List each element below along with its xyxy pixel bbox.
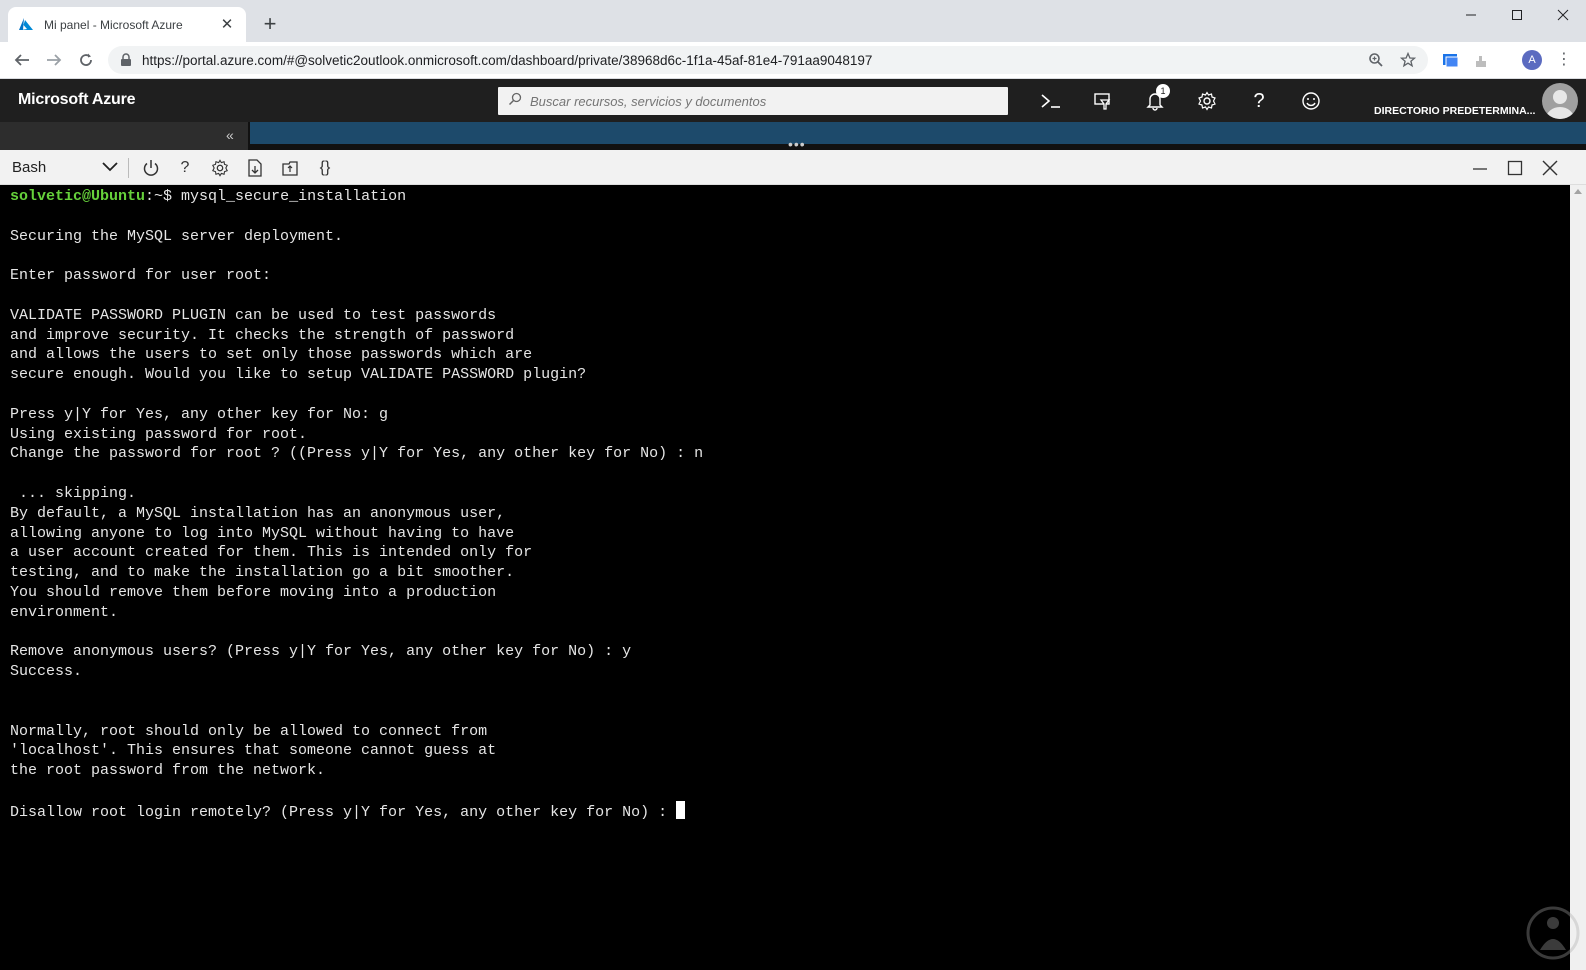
azure-search-input[interactable] (530, 93, 1000, 109)
search-icon (508, 92, 522, 111)
profile-avatar[interactable]: A (1522, 50, 1542, 70)
terminal-line: VALIDATE PASSWORD PLUGIN can be used to … (10, 306, 497, 324)
current-prompt-text: Disallow root login remotely? (Press y|Y… (10, 803, 677, 821)
terminal-line: a user account created for them. This is… (10, 544, 533, 562)
browser-tab-strip: Mi panel - Microsoft Azure ✕ + (0, 0, 1586, 42)
terminal-line: ... skipping. (10, 484, 137, 502)
lock-icon (120, 53, 134, 67)
azure-search-box[interactable] (498, 87, 1008, 115)
notification-count-badge: 1 (1156, 84, 1170, 98)
azure-brand[interactable]: Microsoft Azure (18, 91, 136, 109)
terminal-line: testing, and to make the installation go… (10, 564, 515, 582)
browser-tab[interactable]: Mi panel - Microsoft Azure ✕ (8, 7, 246, 42)
cloud-shell-toolbar: Bash ? {} (0, 150, 1586, 185)
chevron-down-icon (102, 162, 118, 172)
scroll-up-arrow-icon[interactable] (1574, 189, 1582, 194)
prompt-separator: :~$ (145, 188, 182, 205)
bookmark-star-icon[interactable] (1396, 52, 1420, 68)
terminal-line: Change the password for root ? ((Press y… (10, 445, 704, 463)
address-bar[interactable]: https://portal.azure.com/#@solvetic2outl… (108, 46, 1428, 74)
toolbar-divider (128, 158, 129, 178)
terminal-line: By default, a MySQL installation has an … (10, 504, 506, 522)
terminal-line: Press y|Y for Yes, any other key for No:… (10, 405, 389, 423)
terminal-line: and allows the users to set only those p… (10, 346, 533, 364)
collapse-sidebar-icon[interactable]: « (226, 127, 234, 143)
shell-type-select[interactable]: Bash (6, 154, 122, 180)
terminal-current-line[interactable]: Disallow root login remotely? (Press y|Y… (10, 800, 1560, 821)
shell-maximize-icon[interactable] (1503, 156, 1527, 180)
terminal-line: Success. (10, 663, 83, 681)
browser-menu-icon[interactable]: ⋮ (1556, 49, 1572, 71)
dashboard-banner (250, 122, 1586, 144)
cloud-shell-icon[interactable] (1038, 88, 1064, 114)
directory-label[interactable]: DIRECTORIO PREDETERMINA... (1374, 105, 1535, 117)
zoom-icon[interactable] (1364, 52, 1388, 68)
feedback-smiley-icon[interactable] (1298, 88, 1324, 114)
prompt-user: solvetic@Ubuntu (10, 188, 146, 205)
terminal-line: Using existing password for root. (10, 425, 308, 443)
azure-header: Microsoft Azure 1 ? DIRECTORIO PREDETERM… (0, 79, 1586, 122)
reload-icon[interactable] (74, 48, 98, 72)
tab-title: Mi panel - Microsoft Azure (44, 17, 183, 32)
open-new-session-icon[interactable] (278, 156, 302, 180)
notifications-bell-icon[interactable]: 1 (1142, 84, 1170, 114)
settings-gear-icon[interactable] (1194, 88, 1220, 114)
back-arrow-icon[interactable] (10, 48, 34, 72)
terminal-line: secure enough. Would you like to setup V… (10, 366, 587, 384)
shell-minimize-icon[interactable] (1468, 156, 1492, 180)
azure-favicon-icon (18, 17, 34, 33)
restart-power-icon[interactable] (139, 156, 163, 180)
new-tab-icon[interactable]: + (258, 12, 282, 36)
terminal-line: and improve security. It checks the stre… (10, 326, 515, 344)
extension-icon[interactable] (1470, 50, 1492, 72)
terminal-cursor (676, 800, 686, 819)
terminal-output[interactable]: solvetic@Ubuntu:~$ mysql_secure_installa… (0, 185, 1570, 970)
tab-close-icon[interactable]: ✕ (218, 16, 236, 34)
window-close-icon[interactable] (1540, 0, 1586, 30)
browser-toolbar: https://portal.azure.com/#@solvetic2outl… (0, 42, 1586, 79)
user-avatar-icon[interactable] (1542, 83, 1578, 119)
terminal-line: Enter password for user root: (10, 267, 272, 285)
directory-filter-icon[interactable] (1090, 88, 1116, 114)
window-minimize-icon[interactable] (1448, 0, 1494, 30)
forward-arrow-icon[interactable] (42, 48, 66, 72)
portal-strip: « ••• (0, 122, 1586, 152)
url-text: https://portal.azure.com/#@solvetic2outl… (142, 52, 873, 68)
shell-settings-gear-icon[interactable] (208, 156, 232, 180)
cast-extension-icon[interactable] (1440, 50, 1462, 72)
help-question-icon[interactable]: ? (1246, 88, 1272, 114)
terminal-line: environment. (10, 603, 119, 621)
upload-download-icon[interactable] (243, 156, 267, 180)
terminal-line: the root password from the network. (10, 762, 326, 780)
watermark-logo-icon (1526, 906, 1580, 960)
shell-close-icon[interactable] (1538, 156, 1562, 180)
terminal-line: Securing the MySQL server deployment. (10, 227, 344, 245)
terminal-line: You should remove them before moving int… (10, 583, 497, 601)
editor-braces-icon[interactable]: {} (313, 156, 337, 180)
terminal-prompt-line: solvetic@Ubuntu:~$ mysql_secure_installa… (10, 187, 1560, 207)
sidebar-edge (0, 122, 248, 150)
terminal-line: 'localhost'. This ensures that someone c… (10, 742, 497, 760)
shell-type-label: Bash (12, 158, 47, 176)
window-maximize-icon[interactable] (1494, 0, 1540, 30)
help-icon[interactable]: ? (173, 156, 197, 180)
terminal-line: Normally, root should only be allowed to… (10, 722, 488, 740)
terminal-scrollbar[interactable] (1570, 185, 1586, 970)
terminal-command: mysql_secure_installation (181, 188, 407, 205)
terminal-lines: Securing the MySQL server deployment. Ent… (10, 207, 1560, 801)
terminal-line: allowing anyone to log into MySQL withou… (10, 524, 515, 542)
terminal-line: Remove anonymous users? (Press y|Y for Y… (10, 643, 632, 661)
